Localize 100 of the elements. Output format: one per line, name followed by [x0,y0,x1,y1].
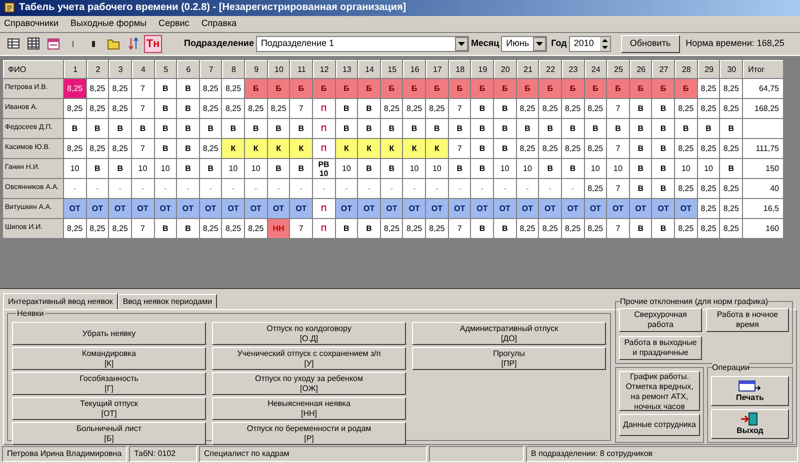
day-cell[interactable]: ОТ [64,199,86,218]
day-cell[interactable]: 8,25 [403,219,426,238]
day-cell[interactable]: 8,25 [200,219,222,238]
day-cell[interactable]: 10 [222,159,244,178]
day-cell[interactable]: 10 [426,159,448,178]
column-header[interactable]: 1 [64,60,86,78]
day-cell[interactable]: 8,25 [539,139,561,158]
day-cell[interactable]: 8,25 [86,99,108,118]
employee-data-button[interactable]: Данные сотрудника [619,414,700,436]
day-cell[interactable]: 7 [607,139,629,158]
day-cell[interactable]: Б [448,79,470,98]
day-cell[interactable]: 10 [154,159,176,178]
column-header[interactable]: 25 [607,60,629,78]
day-cell[interactable]: В [290,119,312,138]
day-cell[interactable]: К [358,139,380,158]
day-cell[interactable]: 7 [132,79,154,98]
day-cell[interactable]: В [177,99,199,118]
day-cell[interactable]: К [403,139,426,158]
day-cell[interactable]: 8,25 [109,139,131,158]
year-spinner[interactable]: 2010 [568,36,611,52]
day-cell[interactable]: В [652,159,674,178]
day-cell[interactable]: К [380,139,402,158]
day-cell[interactable]: В [380,119,402,138]
day-cell[interactable]: 8,25 [698,179,720,198]
day-cell[interactable]: В [448,119,470,138]
menu-item[interactable]: Сервис [158,16,190,30]
day-cell[interactable]: - [64,179,86,198]
column-header[interactable]: 10 [268,60,290,78]
day-cell[interactable]: - [403,179,426,198]
day-cell[interactable]: ОТ [494,199,516,218]
day-cell[interactable]: ОТ [403,199,426,218]
day-cell[interactable]: В [109,119,131,138]
day-cell[interactable]: 7 [132,99,154,118]
day-cell[interactable]: 7 [607,219,629,238]
day-cell[interactable]: 8,25 [720,179,742,198]
day-cell[interactable]: ОТ [86,199,108,218]
day-cell[interactable]: К [222,139,244,158]
day-cell[interactable]: ОТ [154,199,176,218]
day-cell[interactable]: Б [290,79,312,98]
day-cell[interactable]: - [471,179,494,198]
day-cell[interactable]: 8,25 [698,79,720,98]
day-cell[interactable]: ОТ [268,199,290,218]
day-cell[interactable]: 8,25 [64,79,86,98]
day-cell[interactable]: ОТ [516,199,538,218]
day-cell[interactable]: Б [268,79,290,98]
absence-button[interactable]: Прогулы [ПР] [412,347,606,370]
sort-icon[interactable] [126,36,140,52]
day-cell[interactable]: 8,25 [698,99,720,118]
day-cell[interactable]: ОТ [607,199,629,218]
day-cell[interactable]: В [720,159,742,178]
column-header[interactable]: 17 [426,60,448,78]
day-cell[interactable]: - [426,179,448,198]
day-cell[interactable]: П [312,219,335,238]
day-cell[interactable]: В [154,139,176,158]
column-header[interactable]: 13 [336,60,358,78]
day-cell[interactable]: 8,25 [584,99,606,118]
day-cell[interactable]: В [358,219,380,238]
day-cell[interactable]: - [516,179,538,198]
day-cell[interactable]: В [109,159,131,178]
day-cell[interactable]: 8,25 [698,219,720,238]
day-cell[interactable]: Б [312,79,335,98]
day-cell[interactable]: - [358,179,380,198]
day-cell[interactable]: 8,25 [426,219,448,238]
column-header[interactable]: 9 [245,60,267,78]
day-cell[interactable]: В [448,159,470,178]
day-cell[interactable]: Б [630,79,652,98]
column-header[interactable]: 29 [698,60,720,78]
day-cell[interactable]: В [154,219,176,238]
menu-item[interactable]: Выходные формы [70,16,146,30]
day-cell[interactable]: - [245,179,267,198]
day-cell[interactable]: В [471,119,494,138]
day-cell[interactable]: К [268,139,290,158]
column-header[interactable]: 8 [222,60,244,78]
day-cell[interactable]: В [86,119,108,138]
day-cell[interactable]: В [426,119,448,138]
day-cell[interactable]: Б [336,79,358,98]
day-cell[interactable]: В [290,159,312,178]
day-cell[interactable]: 8,25 [380,99,402,118]
day-cell[interactable]: ОТ [358,199,380,218]
day-cell[interactable]: 10 [516,159,538,178]
day-cell[interactable]: 10 [336,159,358,178]
column-header[interactable]: 22 [539,60,561,78]
day-cell[interactable]: 8,25 [200,79,222,98]
absence-button[interactable]: Отпуск по колдоговору [О.Д] [212,322,406,345]
schedule-button[interactable]: График работы. Отметка вредных, на ремонт АТХ, ночных часов [619,371,700,411]
day-cell[interactable]: 8,25 [222,79,244,98]
day-cell[interactable]: В [720,119,742,138]
day-cell[interactable]: 8,25 [584,179,606,198]
column-header[interactable]: 3 [109,60,131,78]
day-cell[interactable]: Б [358,79,380,98]
day-cell[interactable]: ОТ [584,199,606,218]
day-cell[interactable]: 8,25 [516,139,538,158]
absence-button[interactable]: Невыясненная неявка [НН] [212,397,406,420]
day-cell[interactable]: 8,25 [222,219,244,238]
day-cell[interactable]: Б [607,79,629,98]
tab[interactable]: Интерактивный ввод неявок [3,293,118,309]
day-cell[interactable]: П [312,199,335,218]
day-cell[interactable]: - [86,179,108,198]
day-cell[interactable]: В [494,99,516,118]
dropdown-arrow-button[interactable] [533,36,546,51]
